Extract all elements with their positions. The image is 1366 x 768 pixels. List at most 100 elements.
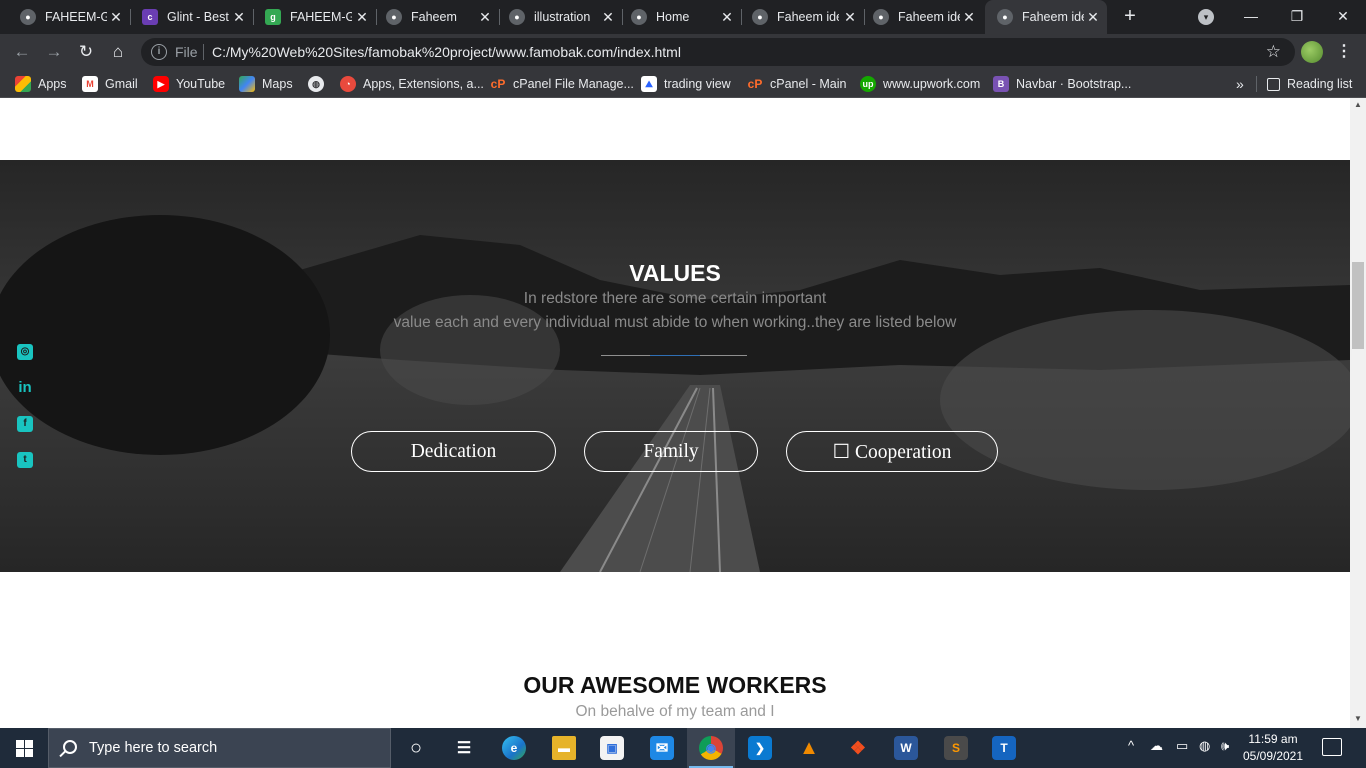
twitter-icon[interactable]: t [17, 452, 33, 468]
windows-start-button[interactable] [0, 728, 48, 768]
browser-tab[interactable]: ● Home ✕ [623, 0, 741, 34]
windows-taskbar: Type here to search ○ ☰ e ▬ ▣ ✉ ◉ ❯ ▲ ❖ … [0, 728, 1366, 768]
vlc-icon[interactable]: ▲ [785, 728, 833, 768]
forward-arrow-icon[interactable]: → [42, 40, 66, 64]
close-tab-icon[interactable]: ✕ [842, 9, 858, 25]
sublime-text-icon[interactable]: S [932, 728, 980, 768]
back-arrow-icon[interactable]: ← [10, 40, 34, 64]
bookmark-youtube[interactable]: ▶ YouTube [153, 76, 225, 92]
tab-search-icon[interactable]: ▾ [1198, 9, 1214, 25]
address-bar[interactable]: i File C:/My%20Web%20Sites/famobak%20pro… [141, 38, 1295, 66]
workers-subtitle: On behalve of my team and I [575, 703, 775, 720]
typora-icon-glyph: T [992, 736, 1016, 760]
facebook-icon[interactable]: f [17, 416, 33, 432]
bookmark-cpanel-files[interactable]: cP cPanel File Manage... [490, 76, 634, 92]
bookmark-upwork[interactable]: up www.upwork.com [860, 76, 980, 92]
bookmark-label: Gmail [105, 77, 138, 91]
close-window-icon[interactable]: ✕ [1320, 0, 1366, 34]
figma-icon[interactable]: ❖ [834, 728, 882, 768]
linkedin-icon[interactable]: in [17, 380, 33, 396]
typora-icon[interactable]: T [980, 728, 1028, 768]
battery-icon[interactable]: ▭ [1176, 738, 1188, 754]
bookmark-label: Apps, Extensions, a... [363, 77, 484, 91]
bookmark-divider [1256, 76, 1257, 92]
browser-tab-active[interactable]: ● Faheem ide ✕ [985, 0, 1107, 34]
youtube-icon: ▶ [153, 76, 169, 92]
bookmark-trading-view[interactable]: ⛰ trading view [641, 76, 731, 92]
system-clock[interactable]: 11:59 am 05/09/2021 [1240, 731, 1306, 765]
chrome-icon[interactable]: ◉ [687, 728, 735, 768]
globe-icon: ● [997, 9, 1013, 25]
browser-tab[interactable]: c Glint - Best ✕ [131, 0, 253, 34]
bookmark-cpanel-main[interactable]: cP cPanel - Main [747, 76, 847, 92]
browser-tab[interactable]: ● Faheem ide ✕ [865, 0, 983, 34]
file-explorer-icon-glyph: ▬ [552, 736, 576, 760]
cortana-icon[interactable]: ○ [392, 728, 440, 768]
bookmark-star-icon[interactable]: ☆ [1266, 42, 1281, 62]
values-divider-accent [650, 355, 700, 356]
edge-icon[interactable]: e [490, 728, 538, 768]
browser-tab[interactable]: ● Faheem ✕ [377, 0, 499, 34]
url-text[interactable]: C:/My%20Web%20Sites/famobak%20project/ww… [212, 44, 681, 60]
tray-chevron-icon[interactable]: ^ [1128, 738, 1134, 753]
browser-tab[interactable]: ● illustration ✕ [500, 0, 622, 34]
info-icon[interactable]: i [151, 44, 167, 60]
close-tab-icon[interactable]: ✕ [354, 9, 370, 25]
value-pill-family[interactable]: Family [584, 431, 758, 472]
new-tab-button[interactable]: + [1118, 5, 1142, 29]
scroll-down-arrow-icon[interactable]: ▼ [1350, 714, 1366, 726]
cpanel-icon: cP [747, 77, 763, 91]
globe-icon: ● [386, 9, 402, 25]
scroll-up-arrow-icon[interactable]: ▲ [1350, 100, 1366, 112]
minimize-icon[interactable]: — [1228, 0, 1274, 34]
microsoft-store-icon[interactable]: ▣ [588, 728, 636, 768]
scrollbar-thumb[interactable] [1352, 262, 1364, 349]
edge-icon-glyph: e [502, 736, 526, 760]
reading-list-button[interactable]: Reading list [1267, 76, 1352, 92]
more-bookmarks-button[interactable]: » [1236, 76, 1244, 92]
bootstrap-icon: B [993, 76, 1009, 92]
notifications-icon[interactable] [1322, 738, 1342, 756]
close-tab-icon[interactable]: ✕ [719, 9, 735, 25]
file-explorer-icon[interactable]: ▬ [540, 728, 588, 768]
reload-icon[interactable]: ↻ [74, 40, 98, 64]
network-globe-icon[interactable]: ◍ [1199, 738, 1210, 754]
close-tab-icon[interactable]: ✕ [231, 9, 247, 25]
word-icon[interactable]: W [882, 728, 930, 768]
browser-tab[interactable]: g FAHEEM-G ✕ [254, 0, 376, 34]
bookmark-apps[interactable]: Apps [15, 76, 67, 92]
value-pill-cooperation[interactable]: ☐ Cooperation [786, 431, 998, 472]
bookmark-extensions[interactable]: ◔ Apps, Extensions, a... [340, 76, 484, 92]
restore-icon[interactable]: ❐ [1274, 0, 1320, 34]
instagram-icon[interactable]: ◎ [17, 344, 33, 360]
close-tab-icon[interactable]: ✕ [477, 9, 493, 25]
store-icon-glyph: ▣ [600, 736, 624, 760]
bookmark-label: cPanel File Manage... [513, 77, 634, 91]
browser-tab[interactable]: ● FAHEEM-G ✕ [8, 0, 130, 34]
close-tab-icon[interactable]: ✕ [1085, 9, 1101, 25]
close-tab-icon[interactable]: ✕ [961, 9, 977, 25]
value-pill-dedication[interactable]: Dedication [351, 431, 556, 472]
profile-avatar[interactable] [1301, 41, 1323, 63]
onedrive-icon[interactable]: ☁ [1150, 738, 1163, 754]
taskbar-search-box[interactable]: Type here to search [48, 728, 391, 768]
bookmark-gmail[interactable]: M Gmail [82, 76, 138, 92]
vscode-icon[interactable]: ❯ [736, 728, 784, 768]
search-placeholder: Type here to search [89, 740, 218, 756]
vlc-icon-glyph: ▲ [799, 736, 819, 759]
page-scrollbar[interactable]: ▲ ▼ [1350, 98, 1366, 728]
bookmark-maps[interactable]: Maps [239, 76, 293, 92]
close-tab-icon[interactable]: ✕ [600, 9, 616, 25]
bookmark-globe[interactable]: ◍ [308, 76, 331, 92]
browser-menu-icon[interactable]: ⋮ [1336, 41, 1352, 63]
home-icon[interactable]: ⌂ [106, 40, 130, 64]
close-tab-icon[interactable]: ✕ [108, 9, 124, 25]
browser-tab[interactable]: ● Faheem ide ✕ [742, 0, 864, 34]
bookmark-bootstrap[interactable]: B Navbar · Bootstrap... [993, 76, 1131, 92]
mail-icon[interactable]: ✉ [638, 728, 686, 768]
task-view-icon[interactable]: ☰ [440, 728, 488, 768]
globe-icon: ● [873, 9, 889, 25]
chrome-icon-glyph: ◉ [699, 736, 723, 760]
bookmark-label: Apps [38, 77, 67, 91]
volume-icon[interactable]: 🕪 [1221, 738, 1229, 754]
